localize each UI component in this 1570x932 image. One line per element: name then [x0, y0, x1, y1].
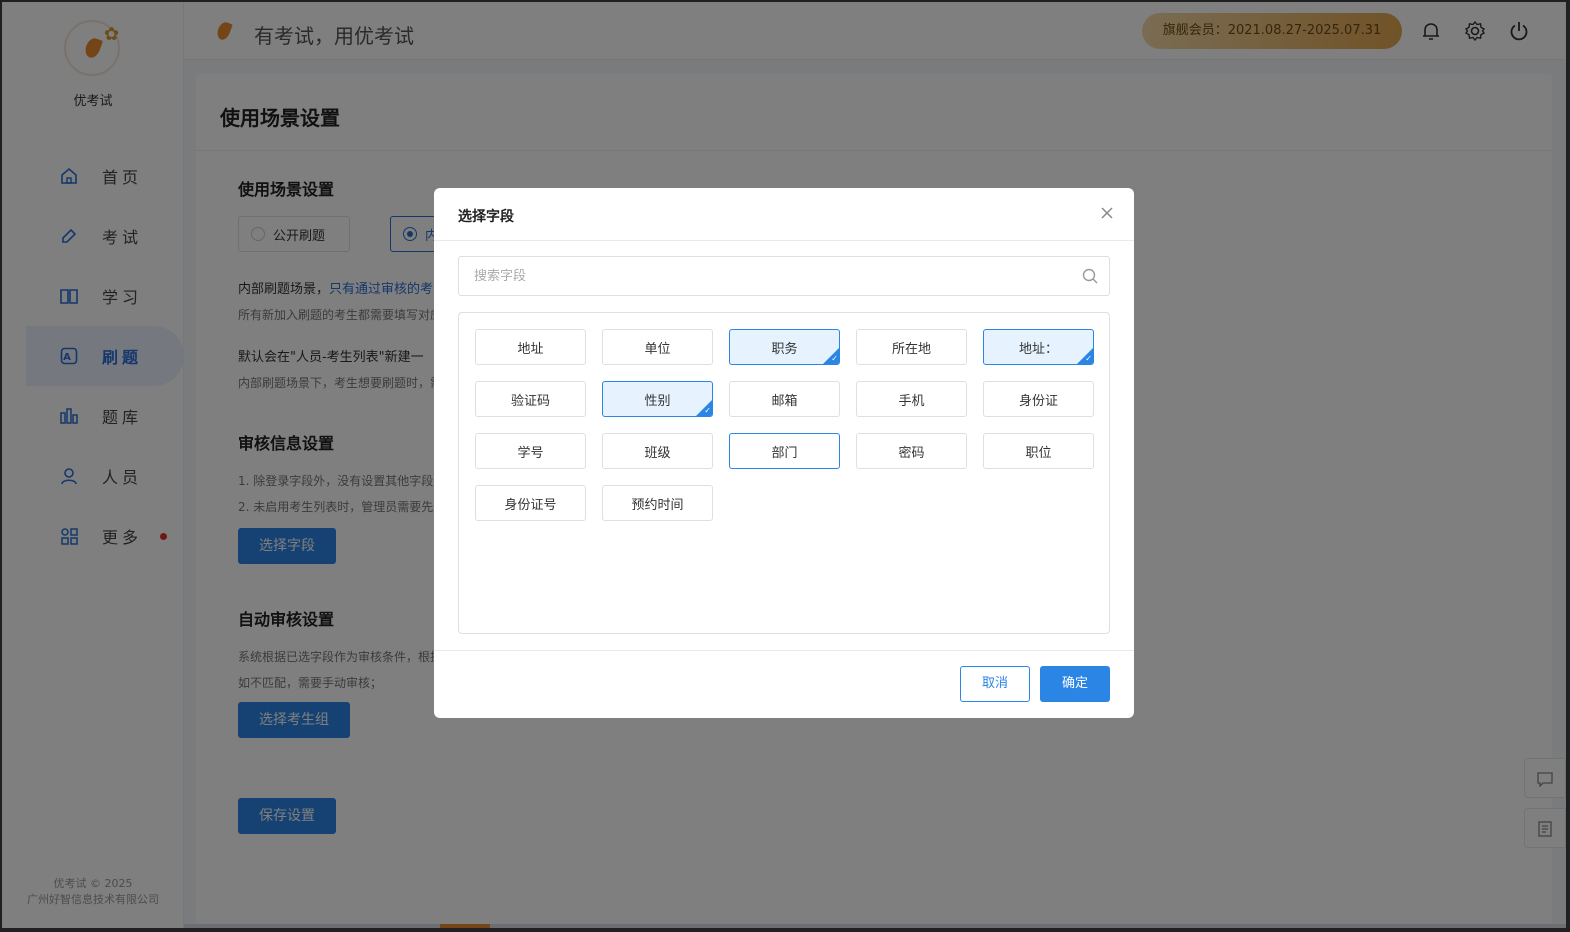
- field-tag-label: 邮箱: [771, 393, 798, 409]
- field-tag[interactable]: 学号: [475, 433, 586, 469]
- check-icon: ✓: [704, 406, 711, 415]
- dialog-header-divider: [434, 240, 1134, 241]
- search-input[interactable]: [459, 257, 1069, 295]
- field-tag-label: 学号: [517, 445, 544, 461]
- field-tag[interactable]: 部门: [729, 433, 840, 469]
- dialog-footer-divider: [434, 650, 1134, 651]
- search-icon[interactable]: [1081, 267, 1099, 285]
- check-icon: ✓: [1085, 354, 1092, 363]
- select-field-dialog: 选择字段 地址 单位 职务 ✓ 所在地 地址： ✓ 验证码 性别 ✓ 邮箱 手机 身份证学号 班级 部门 密码…: [434, 188, 1134, 718]
- field-tag[interactable]: 单位: [602, 329, 713, 365]
- confirm-button[interactable]: 确定: [1040, 666, 1110, 702]
- field-tag[interactable]: 性别 ✓: [602, 381, 713, 417]
- field-tag-label: 班级: [644, 445, 671, 461]
- field-tag-label: 预约时间: [631, 497, 684, 513]
- field-tag-label: 密码: [898, 445, 925, 461]
- app-window: ✿ 优考试 首页 考试 学习: [2, 2, 1566, 928]
- field-tag[interactable]: 密码: [856, 433, 967, 469]
- field-tag-label: 职务: [771, 341, 798, 357]
- field-tag-label: 身份证: [1018, 393, 1058, 409]
- field-tag-label: 部门: [771, 445, 798, 461]
- field-list: 地址 单位 职务 ✓ 所在地 地址： ✓ 验证码 性别 ✓ 邮箱 手机 身份证学号 班级 部门 密码 职位身份证…: [458, 312, 1110, 634]
- field-tag[interactable]: 手机: [856, 381, 967, 417]
- field-tag-label: 身份证号: [504, 497, 557, 513]
- field-search: [458, 256, 1110, 296]
- dialog-title: 选择字段: [458, 209, 514, 225]
- close-icon[interactable]: [1100, 206, 1114, 224]
- field-tag[interactable]: 地址: [475, 329, 586, 365]
- field-tag[interactable]: 职务 ✓: [729, 329, 840, 365]
- field-tag-label: 单位: [644, 341, 671, 357]
- check-icon: ✓: [831, 354, 838, 363]
- field-tag[interactable]: 职位: [983, 433, 1094, 469]
- field-tag[interactable]: 班级: [602, 433, 713, 469]
- field-tag-label: 职位: [1025, 445, 1052, 461]
- field-tag-label: 验证码: [510, 393, 550, 409]
- field-tag[interactable]: 地址： ✓: [983, 329, 1094, 365]
- field-tag[interactable]: 身份证号: [475, 485, 586, 521]
- field-tag-label: 地址: [517, 341, 544, 357]
- field-tag-label: 所在地: [891, 341, 931, 357]
- field-tag[interactable]: 预约时间: [602, 485, 713, 521]
- cancel-button[interactable]: 取消: [960, 666, 1030, 702]
- field-tag[interactable]: 邮箱: [729, 381, 840, 417]
- field-tag[interactable]: 验证码: [475, 381, 586, 417]
- field-tag[interactable]: 身份证: [983, 381, 1094, 417]
- field-tag-label: 地址：: [1018, 341, 1058, 357]
- field-tag[interactable]: 所在地: [856, 329, 967, 365]
- field-tag-label: 手机: [898, 393, 925, 409]
- field-tags: 地址 单位 职务 ✓ 所在地 地址： ✓ 验证码 性别 ✓ 邮箱 手机 身份证学号 班级 部门 密码 职位身份证…: [475, 329, 1095, 521]
- field-tag-label: 性别: [644, 393, 671, 409]
